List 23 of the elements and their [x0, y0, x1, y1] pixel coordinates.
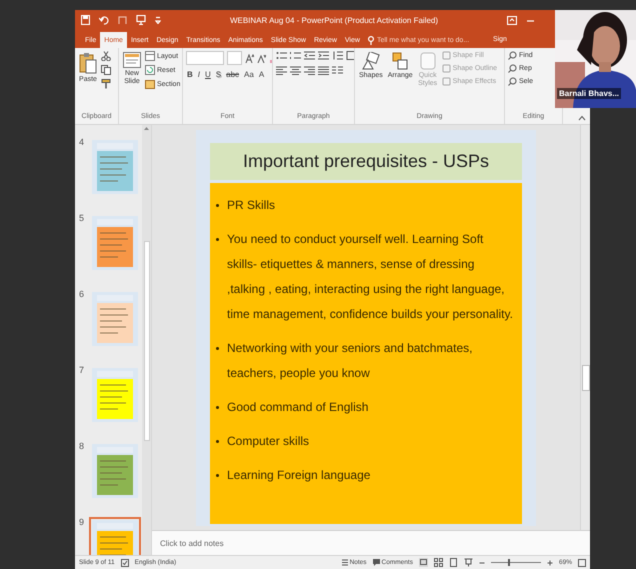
slide-number: 9: [79, 517, 86, 529]
bullet-text: Computer skills: [227, 433, 310, 450]
format-button[interactable]: A: [258, 70, 266, 79]
bullet-text: You need to conduct yourself well. Learning Soft skills- etiquettes & manners, sense of dressing ,talking , eating, interacting using the right language, time management, confidence builds your personality.: [227, 231, 514, 323]
slide-number: 8: [79, 441, 86, 453]
bullet-text: Good command of English: [227, 399, 368, 416]
window-title: WEBINAR Aug 04 - PowerPoint (Product Activation Failed): [228, 16, 440, 24]
slide-number: 4: [79, 137, 86, 149]
bullet-text: PR Skills: [227, 197, 276, 214]
participant-name: Barnali Bhavs...: [557, 88, 622, 99]
bullet-text: Networking with your seniors and batchmates, teachers, people you know: [227, 340, 474, 382]
bullet-text: Learning Foreign language: [227, 467, 370, 484]
slide-number: 6: [79, 289, 86, 301]
format-button[interactable]: abc: [225, 70, 240, 79]
format-button[interactable]: B: [186, 70, 194, 79]
slide-number: 5: [79, 213, 86, 225]
format-button[interactable]: I: [196, 70, 202, 79]
notes-field[interactable]: Click to add notes: [160, 538, 360, 548]
slide-title: Important prerequisites - USPs: [210, 143, 522, 180]
format-button[interactable]: S: [214, 70, 222, 79]
format-button[interactable]: Aa: [243, 70, 255, 79]
format-button[interactable]: U: [204, 70, 212, 79]
slide-number: 7: [79, 365, 86, 377]
